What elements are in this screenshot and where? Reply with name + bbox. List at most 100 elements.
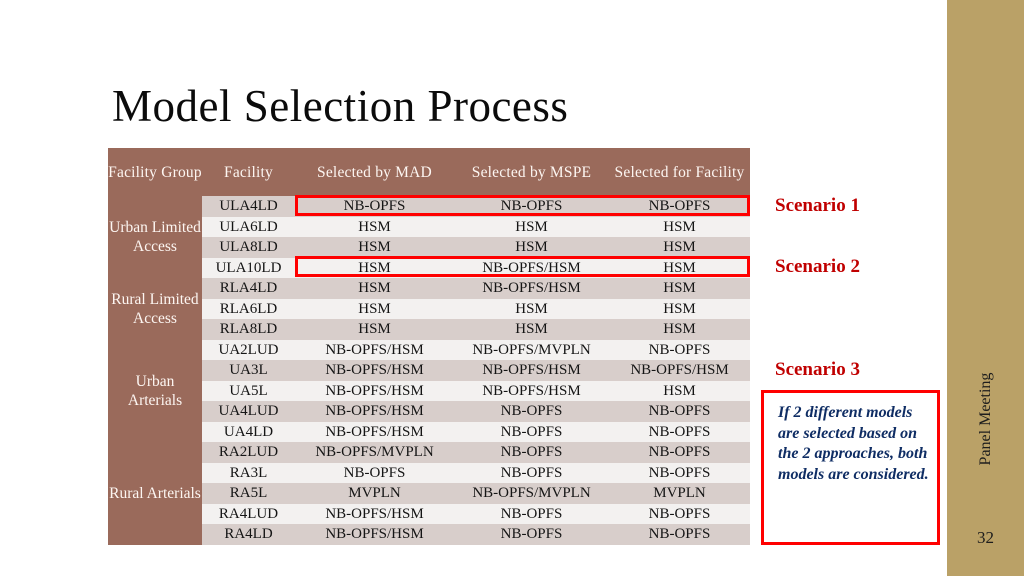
cell-facility: RLA4LD [202,278,295,299]
table-row: ULA10LD HSM NB-OPFS/HSM HSM [108,257,750,278]
cell-facility: ULA6LD [202,216,295,237]
cell-mad: MVPLN [295,483,454,504]
cell-mspe: NB-OPFS/HSM [454,278,609,299]
scenario-1-label: Scenario 1 [775,195,860,216]
cell-mad: NB-OPFS [295,462,454,483]
table-body: Urban Limited Access ULA4LD NB-OPFS NB-OPFS… [108,196,750,545]
facility-group-cell: Rural Arterials [108,442,202,545]
column-header-selected-by-mspe: Selected by MSPE [454,148,609,196]
cell-facility: UA2LUD [202,339,295,360]
cell-facility: RLA8LD [202,319,295,340]
table-row: RA5L MVPLN NB-OPFS/MVPLN MVPLN [108,483,750,504]
cell-mspe: NB-OPFS [454,503,609,524]
table-row: UA5L NB-OPFS/HSM NB-OPFS/HSM HSM [108,380,750,401]
cell-mad: NB-OPFS/HSM [295,380,454,401]
cell-mad: NB-OPFS/HSM [295,360,454,381]
cell-mspe: HSM [454,298,609,319]
cell-selected: NB-OPFS/HSM [609,360,750,381]
cell-mspe: NB-OPFS [454,442,609,463]
cell-facility: RA4LUD [202,503,295,524]
cell-facility: ULA4LD [202,196,295,217]
cell-mspe: NB-OPFS [454,462,609,483]
cell-mad: NB-OPFS/HSM [295,339,454,360]
cell-mspe: NB-OPFS/HSM [454,380,609,401]
cell-mad: NB-OPFS/HSM [295,503,454,524]
cell-mspe: NB-OPFS/MVPLN [454,483,609,504]
cell-mspe: HSM [454,319,609,340]
cell-selected: NB-OPFS [609,524,750,545]
scenario-3-note-box: If 2 different models are selected based… [761,390,940,545]
column-header-selected-for-facility: Selected for Facility [609,148,750,196]
cell-facility: UA4LD [202,421,295,442]
cell-selected: NB-OPFS [609,462,750,483]
cell-facility: RA5L [202,483,295,504]
page-title: Model Selection Process [112,81,569,131]
cell-selected: HSM [609,216,750,237]
cell-mspe: NB-OPFS [454,421,609,442]
cell-selected: MVPLN [609,483,750,504]
cell-mad: HSM [295,319,454,340]
cell-mad: HSM [295,257,454,278]
table-row: Rural Arterials RA2LUD NB-OPFS/MVPLN NB-OPF… [108,442,750,545]
column-header-facility: Facility [202,148,295,196]
cell-mad: NB-OPFS/MVPLN [295,442,454,463]
cell-selected: HSM [609,319,750,340]
table-row: UA3L NB-OPFS/HSM NB-OPFS/HSM NB-OPFS/HSM [108,360,750,381]
side-band-label: Panel Meeting [976,372,994,466]
scenario-3-label: Scenario 3 [775,359,860,380]
cell-selected: HSM [609,237,750,258]
slide-number: 32 [977,528,994,547]
cell-mspe: NB-OPFS [454,524,609,545]
cell-facility: ULA8LD [202,237,295,258]
model-selection-table: Facility Group Facility Selected by MAD … [108,148,750,545]
cell-selected: HSM [609,257,750,278]
table-row: ULA6LD HSM HSM HSM [108,216,750,237]
cell-mad: HSM [295,298,454,319]
cell-facility: UA5L [202,380,295,401]
scenario-2-label: Scenario 2 [775,256,860,277]
cell-facility: RA2LUD [202,442,295,463]
cell-selected: NB-OPFS [609,401,750,422]
cell-mad: HSM [295,216,454,237]
table-row: UA4LD NB-OPFS/HSM NB-OPFS NB-OPFS [108,421,750,442]
cell-selected: HSM [609,380,750,401]
table-row: RA4LD NB-OPFS/HSM NB-OPFS NB-OPFS [108,524,750,545]
cell-mad: NB-OPFS/HSM [295,524,454,545]
column-header-facility-group: Facility Group [108,148,202,196]
cell-mspe: NB-OPFS [454,401,609,422]
cell-mspe: NB-OPFS/MVPLN [454,339,609,360]
cell-selected: HSM [609,298,750,319]
table-row: UA4LUD NB-OPFS/HSM NB-OPFS NB-OPFS [108,401,750,422]
table-header: Facility Group Facility Selected by MAD … [108,148,750,196]
facility-group-cell: Urban Limited Access [108,196,202,278]
table-row: Rural Limited Access RLA4LD HSM NB-OPFS/HSM… [108,278,750,340]
cell-mad: HSM [295,237,454,258]
cell-selected: NB-OPFS [609,196,750,217]
facility-group-cell: Rural Limited Access [108,278,202,340]
cell-selected: NB-OPFS [609,442,750,463]
table-row: Urban Arterials UA2LUD NB-OPFS/HSM NB-OPFS/… [108,339,750,442]
cell-facility: ULA10LD [202,257,295,278]
cell-facility: UA4LUD [202,401,295,422]
cell-selected: NB-OPFS [609,421,750,442]
table-row: Urban Limited Access ULA4LD NB-OPFS NB-OPFS… [108,196,750,278]
cell-mspe: HSM [454,237,609,258]
cell-selected: NB-OPFS [609,503,750,524]
cell-facility: RA4LD [202,524,295,545]
cell-mad: NB-OPFS/HSM [295,401,454,422]
cell-facility: RA3L [202,462,295,483]
cell-mspe: NB-OPFS [454,196,609,217]
cell-selected: NB-OPFS [609,339,750,360]
table-row: RA4LUD NB-OPFS/HSM NB-OPFS NB-OPFS [108,503,750,524]
cell-mad: NB-OPFS/HSM [295,421,454,442]
cell-mspe: NB-OPFS/HSM [454,257,609,278]
column-header-selected-by-mad: Selected by MAD [295,148,454,196]
table-row: RLA8LD HSM HSM HSM [108,319,750,340]
table-header-row: Facility Group Facility Selected by MAD … [108,148,750,196]
cell-selected: HSM [609,278,750,299]
cell-mspe: HSM [454,216,609,237]
table-row: ULA8LD HSM HSM HSM [108,237,750,258]
facility-group-cell: Urban Arterials [108,339,202,442]
cell-mspe: NB-OPFS/HSM [454,360,609,381]
table-row: RA3L NB-OPFS NB-OPFS NB-OPFS [108,462,750,483]
